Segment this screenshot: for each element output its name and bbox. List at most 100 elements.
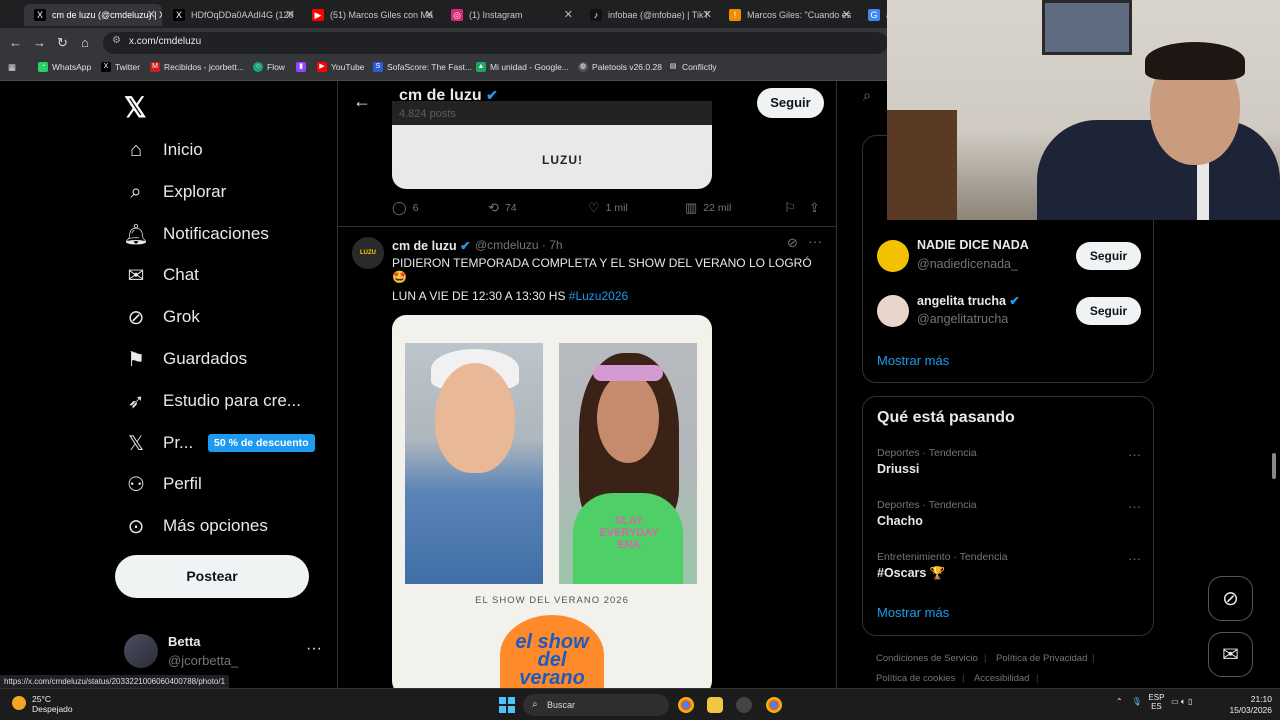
close-tab-icon[interactable]: ✕ (286, 8, 295, 21)
scrollbar-thumb[interactable] (1272, 453, 1276, 479)
tweet-author-name[interactable]: cm de luzu ✔ (392, 238, 471, 253)
battery-icon[interactable]: ▯ (1188, 697, 1192, 706)
trend-item[interactable]: Deportes · Tendencia Driussi ··· (877, 447, 1141, 487)
nav-item-mas-opciones[interactable]: ⊙ Más opciones (124, 506, 268, 546)
browser-tab-3[interactable]: ◎ (1) Instagram ✕ (441, 4, 579, 26)
browser-tab-2[interactable]: ▶ (51) Marcos Giles con Ma ✕ (302, 4, 440, 26)
nav-item-chat[interactable]: ✉ Chat (124, 255, 199, 295)
x-home-logo-icon[interactable]: 𝕏 (124, 91, 147, 124)
bookmark-youtube[interactable]: ▶ YouTube (317, 62, 364, 72)
bookmark-paletools[interactable]: ◍ Paletools v26.0.28 (578, 62, 662, 72)
folder-icon[interactable] (707, 697, 723, 713)
more-dots-icon[interactable]: ··· (1128, 447, 1141, 462)
network-icon[interactable]: ▭ (1171, 697, 1179, 706)
grok-fab-button[interactable]: ⊘ (1208, 576, 1253, 621)
show-more-link[interactable]: Mostrar más (877, 605, 949, 620)
hashtag-link[interactable]: #Luzu2026 (569, 289, 628, 303)
back-arrow-icon[interactable]: ← (9, 35, 22, 50)
webcam-overlay (887, 0, 1280, 220)
more-dots-icon[interactable]: ··· (808, 233, 822, 249)
close-tab-icon[interactable]: ✕ (564, 8, 573, 21)
bookmark-gmail[interactable]: M Recibidos - jcorbett... (150, 62, 244, 72)
sofascore-icon: S (373, 62, 383, 72)
browser-tab-0[interactable]: X cm de luzu (@cmdeluzu) | X ✕ (24, 4, 162, 26)
bookmark-sofascore[interactable]: S SofaScore: The Fast... (373, 62, 472, 72)
language-indicator[interactable]: ESP ES (1148, 693, 1164, 711)
share-button[interactable]: ⇪ (809, 200, 820, 216)
reply-button[interactable]: ◯ 6 (392, 200, 418, 216)
bookmark-flow[interactable]: ○ Flow (253, 62, 285, 72)
reload-icon[interactable]: ↻ (57, 35, 68, 51)
close-tab-icon[interactable]: ✕ (703, 8, 712, 21)
browser-tab-5[interactable]: ! Marcos Giles: "Cuando es ✕ (719, 4, 857, 26)
follow-button[interactable]: Seguir (757, 88, 824, 118)
nav-item-notificaciones[interactable]: 🔔︎ Notificaciones (123, 214, 269, 254)
browser-tab-6[interactable]: G al (858, 4, 888, 26)
retweet-button[interactable]: ⟲ 74 (488, 200, 517, 216)
account-switcher[interactable]: Betta @jcorbetta_ ··· (124, 632, 324, 672)
clock[interactable]: 21:10 15/03/2026 (1228, 694, 1272, 716)
bookmark-drive[interactable]: ▲ Mi unidad - Google... (476, 62, 569, 72)
account-name: Betta (168, 634, 201, 649)
chevron-up-icon[interactable]: ⌃ (1116, 697, 1123, 706)
home-icon[interactable]: ⌂ (81, 35, 89, 50)
follow-button[interactable]: Seguir (1076, 242, 1141, 270)
nav-item-explorar[interactable]: ⌕ Explorar (124, 172, 226, 212)
close-tab-icon[interactable]: ✕ (147, 8, 156, 21)
apps-grid-icon[interactable]: ▦ (8, 62, 16, 73)
more-dots-icon[interactable]: ··· (306, 640, 322, 658)
more-dots-icon[interactable]: ··· (1128, 499, 1141, 514)
close-tab-icon[interactable]: ✕ (425, 8, 434, 21)
tweet-avatar[interactable]: LUZU (352, 237, 384, 269)
chrome-profile-icon[interactable] (766, 697, 782, 713)
taskbar-search[interactable]: ⌕ Buscar (523, 694, 669, 716)
suggestion-nadie-dice-nada[interactable]: NADIE DICE NADA @nadiedicenada_ Seguir (877, 236, 1141, 276)
discount-badge[interactable]: 50 % de descuento (208, 434, 315, 452)
more-dots-icon[interactable]: ··· (1128, 551, 1141, 566)
nav-item-perfil[interactable]: ⚇ Perfil (124, 464, 202, 504)
home-icon: ⌂ (129, 138, 143, 161)
microphone-icon[interactable]: 🎙︎ (1132, 697, 1142, 706)
close-tab-icon[interactable]: ✕ (842, 8, 851, 21)
footer-link[interactable]: Condiciones de Servicio (876, 653, 978, 664)
windows-start-icon[interactable] (499, 697, 515, 713)
system-tray[interactable]: ⌃ 🎙︎ ESP ES ▭ 🔈︎ ▯ (1116, 693, 1192, 711)
nav-item-grok[interactable]: ⊘ Grok (124, 297, 200, 337)
chat-fab-button[interactable]: ✉ (1208, 632, 1253, 677)
url-field[interactable]: ⚙ x.com/cmdeluzu (103, 32, 888, 54)
footer-link[interactable]: Política de Privacidad (996, 653, 1087, 664)
bookmark-conflictly[interactable]: ▤ Conflictly (668, 62, 716, 72)
x-logo-icon: X (101, 62, 111, 72)
nav-item-premium[interactable]: 𝕏 Pr... (124, 423, 193, 463)
volume-icon[interactable]: 🔈︎ (1181, 697, 1186, 706)
nav-item-estudio[interactable]: ➶ Estudio para cre... (124, 381, 301, 421)
footer-link[interactable]: Accesibilidad (974, 673, 1029, 684)
nav-item-guardados[interactable]: ⚑ Guardados (124, 339, 247, 379)
chrome-icon[interactable] (678, 697, 694, 713)
bookmark-whatsapp[interactable]: ◔ WhatsApp (38, 62, 91, 72)
back-arrow-icon[interactable]: ← (353, 91, 371, 112)
nav-item-inicio[interactable]: ⌂ Inicio (124, 130, 203, 170)
trend-item[interactable]: Entretenimiento · Tendencia #Oscars 🏆 ··… (877, 551, 1141, 591)
like-button[interactable]: ♡ 1 mil (588, 200, 628, 216)
tweet-image[interactable]: SLAY EVERYDAY ERA EL SHOW DEL VERANO 202… (392, 315, 712, 688)
bookmark-twitch[interactable]: ▮ (296, 62, 310, 72)
app-icon[interactable] (736, 697, 752, 713)
site-info-icon[interactable]: ⚙ (112, 35, 121, 46)
weather-widget[interactable]: 25°C Despejado (12, 694, 73, 714)
grok-icon[interactable]: ⊘ (787, 235, 798, 251)
x-logo-icon: X (34, 9, 46, 21)
tweet-handle-time[interactable]: @cmdeluzu · 7h (475, 238, 563, 252)
views-button[interactable]: ▥ 22 mil (685, 200, 731, 216)
show-more-link[interactable]: Mostrar más (877, 353, 949, 368)
browser-tab-4[interactable]: ♪ infobae (@infobae) | TikT ✕ (580, 4, 718, 26)
suggestion-angelita-trucha[interactable]: angelita trucha ✔ @angelitatrucha Seguir (877, 291, 1141, 331)
footer-link[interactable]: Política de cookies (876, 673, 955, 684)
follow-button[interactable]: Seguir (1076, 297, 1141, 325)
bookmark-button[interactable]: ⚐ (784, 200, 796, 216)
browser-tab-1[interactable]: X HDfOqDDa0AAdI4G (120 ✕ (163, 4, 301, 26)
trend-item[interactable]: Deportes · Tendencia Chacho ··· (877, 499, 1141, 539)
bookmark-twitter[interactable]: X Twitter (101, 62, 140, 72)
post-button[interactable]: Postear (115, 555, 309, 598)
forward-arrow-icon[interactable]: → (33, 35, 46, 50)
